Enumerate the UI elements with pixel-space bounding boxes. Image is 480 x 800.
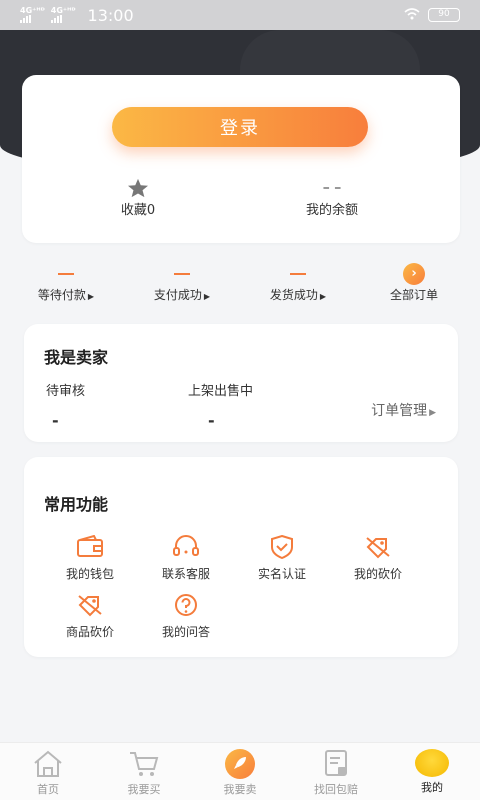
function-label: 我的砍价 <box>353 567 402 581</box>
headset-icon <box>173 535 199 556</box>
signal-bars-icon <box>50 15 62 23</box>
mine-icon <box>415 749 449 777</box>
pending-review-label: 待审核 <box>46 384 86 399</box>
network-label-2: 4G⁺ᴴᴰ <box>50 6 76 15</box>
circle-arrow-icon: › <box>403 263 425 285</box>
dash-icon <box>174 273 190 275</box>
price-tag-cut-icon <box>366 537 390 559</box>
order-pending-payment[interactable]: 等待付款 ▶ <box>6 262 126 303</box>
function-my-qa[interactable]: 我的问答 <box>140 593 232 640</box>
on-sale-label: 上架出售中 <box>188 384 254 399</box>
caret-right-icon: ▶ <box>319 292 327 301</box>
login-button[interactable]: 登录 <box>112 107 368 147</box>
dash-icon <box>290 273 306 275</box>
tab-label: 首页 <box>37 783 59 796</box>
functions-title: 常用功能 <box>44 495 109 514</box>
balance-label: 我的余额 <box>305 203 358 218</box>
tab-label: 找回包赔 <box>314 783 358 796</box>
function-support[interactable]: 联系客服 <box>140 535 232 582</box>
caret-right-icon: ▶ <box>203 292 211 301</box>
network-label-1: 4G⁺ᴴᴰ <box>20 6 45 15</box>
order-label: 全部订单 <box>389 288 438 302</box>
shield-check-icon <box>271 535 293 559</box>
tab-mine[interactable]: 我的 <box>384 749 480 795</box>
seller-title: 我是卖家 <box>44 348 109 367</box>
dash-icon <box>58 273 74 275</box>
caret-right-icon: ▶ <box>429 408 436 418</box>
order-label: 支付成功 <box>153 288 202 302</box>
order-all[interactable]: › 全部订单 <box>354 262 474 303</box>
favorites-stat[interactable]: 收藏0 <box>68 177 208 218</box>
function-verification[interactable]: 实名认证 <box>236 535 328 582</box>
function-label: 联系客服 <box>161 567 210 581</box>
seller-card: 我是卖家 待审核 - 上架出售中 - 订单管理 ▶ <box>24 324 458 442</box>
order-label: 等待付款 <box>37 288 86 302</box>
tab-home[interactable]: 首页 <box>0 749 96 797</box>
function-product-bargain[interactable]: 商品砍价 <box>44 593 136 640</box>
status-bar: 4G⁺ᴴᴰ 4G⁺ᴴᴰ 13:00 90 <box>0 0 480 30</box>
order-label: 发货成功 <box>269 288 318 302</box>
tab-buy[interactable]: 我要买 <box>96 749 192 797</box>
receipt-icon <box>325 750 347 776</box>
bottom-tab-bar: 首页 我要买 我要卖 找回包赔 我的 <box>0 742 480 800</box>
balance-value: – – <box>322 180 342 196</box>
star-icon <box>128 178 148 198</box>
wallet-icon <box>77 535 103 557</box>
signal-indicator-2: 4G⁺ᴴᴰ <box>50 6 76 23</box>
tab-compensation[interactable]: 找回包赔 <box>288 749 384 797</box>
wifi-icon <box>404 7 420 23</box>
function-wallet[interactable]: 我的钱包 <box>44 535 136 582</box>
price-tag-cut-icon <box>78 595 102 617</box>
signal-bars-icon <box>20 15 31 23</box>
signal-indicator-1: 4G⁺ᴴᴰ <box>20 7 45 23</box>
function-label: 商品砍价 <box>65 625 114 639</box>
order-status-row: 等待付款 ▶ 支付成功 ▶ 发货成功 ▶ › 全部订单 <box>0 262 480 308</box>
order-shipped[interactable]: 发货成功 ▶ <box>238 262 358 303</box>
rocket-icon <box>225 749 255 779</box>
tab-label: 我要买 <box>127 783 161 796</box>
question-circle-icon <box>175 594 197 616</box>
balance-stat[interactable]: – – 我的余额 <box>262 177 402 218</box>
order-management-label: 订单管理 <box>371 403 428 419</box>
function-label: 实名认证 <box>257 567 306 581</box>
order-management-link[interactable]: 订单管理 ▶ <box>371 400 436 420</box>
cart-icon <box>130 752 159 776</box>
clock: 13:00 <box>87 5 134 25</box>
on-sale-stat[interactable]: 上架出售中 - <box>188 380 253 430</box>
favorites-label: 收藏0 <box>120 203 156 218</box>
function-my-bargains[interactable]: 我的砍价 <box>332 535 424 582</box>
tab-label: 我的 <box>421 781 443 794</box>
functions-card: 常用功能 我的钱包 联系客服 实名认证 我的砍价 商品砍价 我的问答 <box>24 457 458 657</box>
on-sale-value: - <box>208 411 215 430</box>
function-label: 我的问答 <box>161 625 210 639</box>
tab-label: 我要卖 <box>223 783 257 796</box>
function-label: 我的钱包 <box>65 567 114 581</box>
pending-review-value: - <box>52 411 59 430</box>
caret-right-icon: ▶ <box>87 292 95 301</box>
login-card: 登录 收藏0 – – 我的余额 <box>22 75 460 243</box>
order-paid[interactable]: 支付成功 ▶ <box>122 262 242 303</box>
pending-review-stat[interactable]: 待审核 - <box>46 380 85 430</box>
tab-sell[interactable]: 我要卖 <box>192 749 288 797</box>
home-icon <box>34 750 62 777</box>
battery-icon: 90 <box>428 8 460 22</box>
